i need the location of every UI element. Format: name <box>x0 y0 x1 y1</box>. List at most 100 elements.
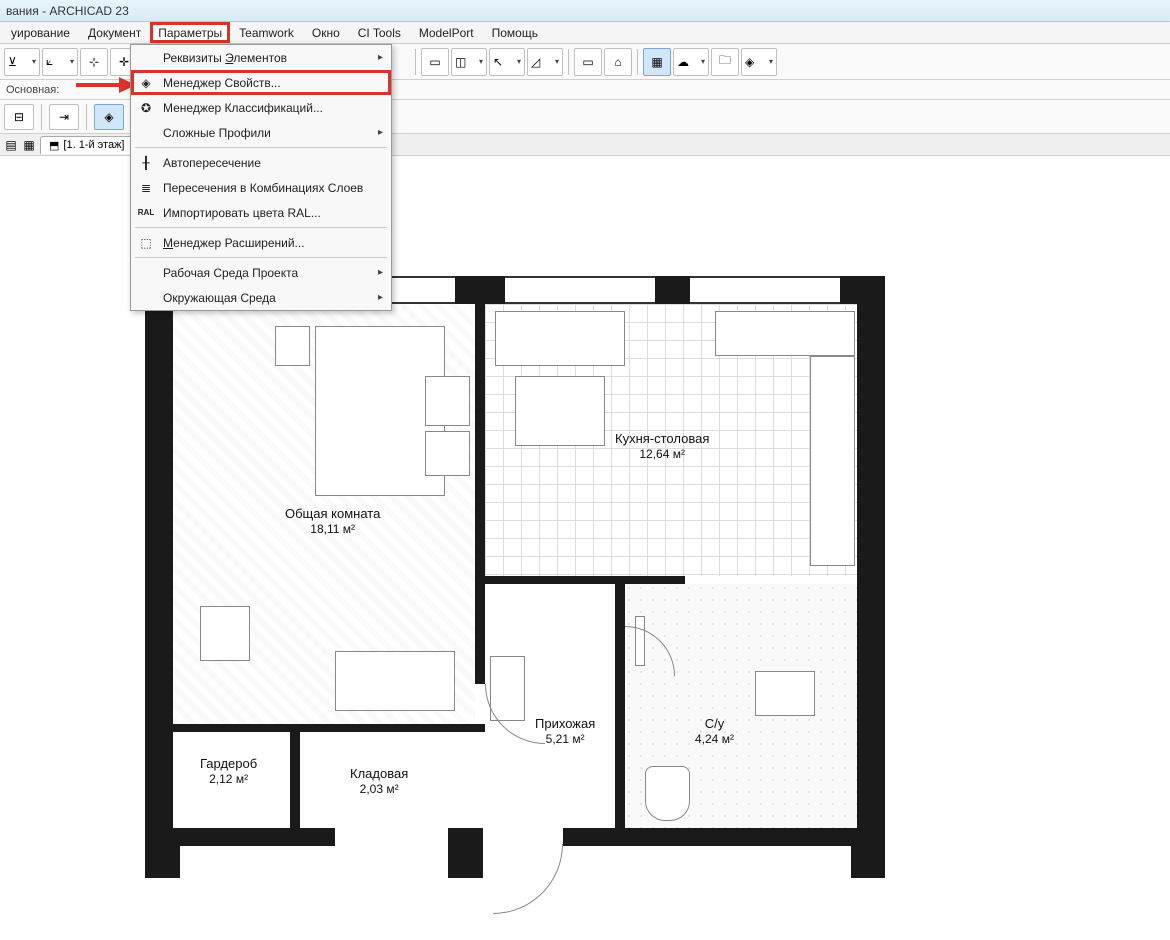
window-titlebar: вания - ARCHICAD 23 <box>0 0 1170 22</box>
room-label-hall: Прихожая 5,21 м² <box>535 716 595 747</box>
tool-a1[interactable]: ▭ <box>421 48 449 76</box>
home-icon: ⌂ <box>614 55 621 69</box>
tab-grid-icon[interactable]: ▦ <box>22 138 36 152</box>
tool-grid-snap[interactable]: ⊹ <box>80 48 108 76</box>
menu-item-complex-profiles[interactable]: Сложные Профили▸ <box>131 120 391 145</box>
chevron-down-icon: ▾ <box>32 57 36 66</box>
toolbar-separator <box>41 104 42 130</box>
cursor-icon: ↖ <box>493 55 503 69</box>
menu-parameters[interactable]: Параметры <box>150 22 230 43</box>
cloud-icon: ☁ <box>677 55 689 69</box>
layers-icon: ≣ <box>137 179 155 197</box>
menu-item-property-manager[interactable]: ◈ Менеджер Свойств... <box>131 70 391 95</box>
menu-parameters-dropdown: Реквизиты Элементов▸ ◈ Менеджер Свойств.… <box>130 44 392 311</box>
tool-a3[interactable]: ↖▾ <box>489 48 525 76</box>
tool-c3[interactable]: ◈ <box>94 104 124 130</box>
furniture-nightstand <box>425 376 470 426</box>
submenu-arrow-icon: ▸ <box>378 267 383 278</box>
furniture-table <box>515 376 605 446</box>
tool-b4[interactable]: ◈▾ <box>741 48 777 76</box>
tool-b3[interactable]: 🗀 <box>711 48 739 76</box>
menu-help[interactable]: Помощь <box>483 22 547 43</box>
plan-icon: ⬒ <box>49 139 59 152</box>
tool-snap-1[interactable]: ⊻▾ <box>4 48 40 76</box>
tag-active-icon: ◈ <box>104 110 113 124</box>
toolbar-separator <box>86 104 87 130</box>
menubar: уирование Документ Параметры Teamwork Ок… <box>0 22 1170 44</box>
menu-teamwork[interactable]: Teamwork <box>230 22 303 43</box>
furniture-toilet <box>645 766 690 821</box>
arrows-icon: ⇥ <box>59 110 69 124</box>
menu-label: Пересечения в Комбинациях Слоев <box>163 181 363 195</box>
menu-separator <box>135 147 387 148</box>
furniture-armchair <box>200 606 250 661</box>
furniture-nightstand <box>275 326 310 366</box>
snap-icon: ⊻ <box>8 55 17 69</box>
addon-icon: ⬚ <box>137 234 155 252</box>
tool-b2[interactable]: ☁▾ <box>673 48 709 76</box>
measure-icon: ⟀ <box>46 54 53 69</box>
menu-window[interactable]: Окно <box>303 22 349 43</box>
menu-label: Окружающая Среда <box>163 291 276 305</box>
submenu-arrow-icon: ▸ <box>378 52 383 63</box>
menu-citools[interactable]: CI Tools <box>349 22 410 43</box>
submenu-arrow-icon: ▸ <box>378 127 383 138</box>
room-label-wardrobe: Гардероб 2,12 м² <box>200 756 257 787</box>
menu-item-work-env[interactable]: Окружающая Среда ▸ <box>131 285 391 310</box>
toolbar-separator <box>415 49 416 75</box>
tool-snap-2[interactable]: ⟀▾ <box>42 48 78 76</box>
menu-label: Менеджер Классификаций... <box>163 101 323 115</box>
angle-icon: ◿ <box>531 55 540 69</box>
tab-list-icon[interactable]: ▤ <box>4 138 18 152</box>
menu-document[interactable]: Документ <box>79 22 150 43</box>
room-label-living: Общая комната 18,11 м² <box>285 506 380 537</box>
furniture-sink <box>755 671 815 716</box>
menu-item-project-env[interactable]: Рабочая Среда Проекта ▸ <box>131 260 391 285</box>
tool-a4[interactable]: ◿▾ <box>527 48 563 76</box>
tool-c1[interactable]: ⊟ <box>4 104 34 130</box>
door-arc <box>493 844 563 914</box>
tool-c2[interactable]: ⇥ <box>49 104 79 130</box>
tab-label: [1. 1-й этаж] <box>63 139 124 151</box>
room-label-kitchen: Кухня-столовая 12,64 м² <box>615 431 709 462</box>
menu-item-element-attributes[interactable]: Реквизиты Элементов▸ <box>131 45 391 70</box>
menu-item-classification-manager[interactable]: ✪ Менеджер Классификаций... <box>131 95 391 120</box>
menu-separator <box>135 227 387 228</box>
chevron-down-icon: ▾ <box>769 57 773 66</box>
chevron-down-icon: ▾ <box>479 57 483 66</box>
menu-item-auto-intersection[interactable]: ╂ Автопересечение <box>131 150 391 175</box>
tool-a2[interactable]: ◫▾ <box>451 48 487 76</box>
crosshair-icon: ✛ <box>119 55 129 69</box>
menu-modelport[interactable]: ModelPort <box>410 22 483 43</box>
menu-item-layer-intersections[interactable]: ≣ Пересечения в Комбинациях Слоев <box>131 175 391 200</box>
marquee-icon: ▦ <box>651 55 662 69</box>
chevron-down-icon: ▾ <box>701 57 705 66</box>
annotation-arrow-icon <box>76 75 136 95</box>
floor-plan: Общая комната 18,11 м² Кухня-столовая 12… <box>145 276 885 916</box>
room-label-bath: С/у 4,24 м² <box>695 716 734 747</box>
rect-icon: ▭ <box>582 55 593 69</box>
tool-marquee[interactable]: ▦ <box>643 48 671 76</box>
window-title: вания - ARCHICAD 23 <box>6 4 129 18</box>
menu-item-extension-manager[interactable]: ⬚ Менеджер Расширений... <box>131 230 391 255</box>
menu-item-import-ral[interactable]: RAL Импортировать цвета RAL... <box>131 200 391 225</box>
ral-icon: RAL <box>137 204 155 222</box>
menu-separator <box>135 257 387 258</box>
submenu-arrow-icon: ▸ <box>378 292 383 303</box>
tag-icon: ◈ <box>745 55 754 69</box>
furniture-kitchen-counter <box>715 311 855 356</box>
tag-icon: ◈ <box>137 74 155 92</box>
toolbar-separator <box>637 49 638 75</box>
toolbar-separator <box>568 49 569 75</box>
menu-label: Рабочая Среда Проекта <box>163 266 298 280</box>
tool-rect[interactable]: ▭ <box>574 48 602 76</box>
menu-label: Менеджер Свойств... <box>163 76 281 90</box>
tab-floor-1[interactable]: ⬒ [1. 1-й этаж] <box>40 136 134 154</box>
furniture-nightstand <box>425 431 470 476</box>
intersect-icon: ╂ <box>137 154 155 172</box>
chevron-down-icon: ▾ <box>555 57 559 66</box>
chevron-down-icon: ▾ <box>70 57 74 66</box>
menu-edit[interactable]: уирование <box>2 22 79 43</box>
tool-home[interactable]: ⌂ <box>604 48 632 76</box>
chevron-down-icon: ▾ <box>517 57 521 66</box>
